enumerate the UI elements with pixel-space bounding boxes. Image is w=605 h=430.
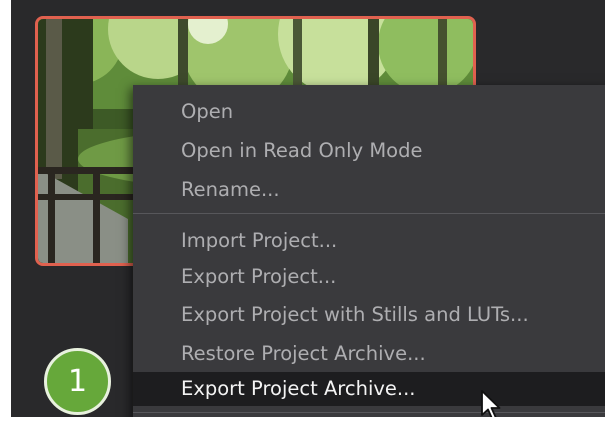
menu-item-open[interactable]: Open <box>133 95 605 129</box>
menu-item-import-project[interactable]: Import Project... <box>133 224 605 258</box>
menu-item-open-read-only[interactable]: Open in Read Only Mode <box>133 134 605 168</box>
menu-divider <box>133 412 605 413</box>
project-context-menu: Open Open in Read Only Mode Rename... Im… <box>133 85 605 417</box>
project-manager-panel: 1 Open Open in Read Only Mode Rename... … <box>11 0 605 417</box>
step-number-badge: 1 <box>44 348 111 415</box>
menu-item-export-project[interactable]: Export Project... <box>133 260 605 294</box>
menu-item-restore-archive[interactable]: Restore Project Archive... <box>133 337 605 371</box>
menu-item-export-archive[interactable]: Export Project Archive... <box>133 372 605 406</box>
step-number: 1 <box>67 364 88 399</box>
menu-item-rename[interactable]: Rename... <box>133 173 605 207</box>
menu-divider <box>133 213 605 214</box>
screenshot-canvas: 1 Open Open in Read Only Mode Rename... … <box>0 0 605 430</box>
mouse-pointer-icon <box>481 390 501 417</box>
menu-item-export-with-stills-luts[interactable]: Export Project with Stills and LUTs... <box>133 298 605 332</box>
